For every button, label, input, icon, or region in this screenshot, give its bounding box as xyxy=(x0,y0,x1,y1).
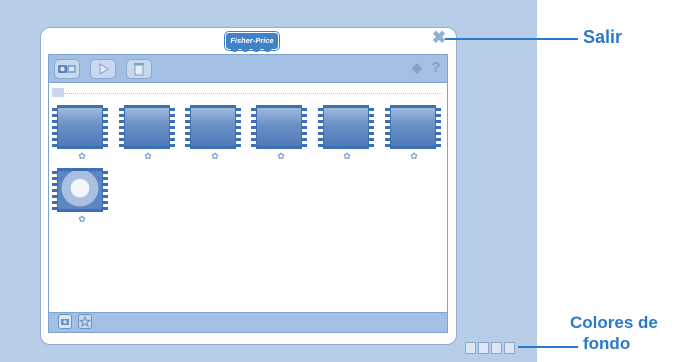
video-thumbnail[interactable] xyxy=(318,105,374,149)
background-color-swatch-3[interactable] xyxy=(491,342,502,354)
star-icon xyxy=(78,315,92,328)
favorite-star-icon[interactable]: ✿ xyxy=(143,152,153,161)
help-icon[interactable]: ? xyxy=(429,59,443,77)
logo-scallop xyxy=(230,46,272,52)
camera-switch-button[interactable] xyxy=(54,59,80,79)
video-thumbnail[interactable] xyxy=(385,105,441,149)
video-thumbnail[interactable] xyxy=(119,105,175,149)
trash-icon xyxy=(134,63,144,76)
background-color-swatch-1[interactable] xyxy=(465,342,476,354)
volume-icon[interactable]: ◈ xyxy=(410,59,424,77)
salir-callout-line xyxy=(445,38,578,40)
delete-button[interactable] xyxy=(126,59,152,79)
camera-tab-button[interactable] xyxy=(58,314,72,329)
favorite-star-icon[interactable]: ✿ xyxy=(77,152,87,161)
colores-label-line2: fondo xyxy=(583,334,631,353)
gallery-panel xyxy=(48,54,448,333)
favorites-tab-button[interactable] xyxy=(78,314,92,329)
background-color-swatch-2[interactable] xyxy=(478,342,489,354)
favorite-star-icon[interactable]: ✿ xyxy=(276,152,286,161)
play-button[interactable] xyxy=(90,59,116,79)
folder-icon xyxy=(52,88,64,97)
favorite-star-icon[interactable]: ✿ xyxy=(77,215,87,224)
video-thumbnail[interactable] xyxy=(52,105,108,149)
video-thumbnail[interactable] xyxy=(251,105,307,149)
camera-switch-icon xyxy=(58,65,76,73)
favorite-star-icon[interactable]: ✿ xyxy=(409,152,419,161)
divider xyxy=(64,93,442,94)
video-thumbnail[interactable] xyxy=(52,168,108,212)
colores-label-line1: Colores de xyxy=(570,313,658,332)
camera-icon xyxy=(61,319,69,325)
video-thumbnail[interactable] xyxy=(185,105,241,149)
salir-label: Salir xyxy=(583,27,623,47)
bottom-toolbar xyxy=(48,312,448,333)
colores-callout-line xyxy=(518,346,578,348)
play-icon xyxy=(99,63,109,75)
favorite-star-icon[interactable]: ✿ xyxy=(342,152,352,161)
background-color-swatch-4[interactable] xyxy=(504,342,515,354)
favorite-star-icon[interactable]: ✿ xyxy=(210,152,220,161)
